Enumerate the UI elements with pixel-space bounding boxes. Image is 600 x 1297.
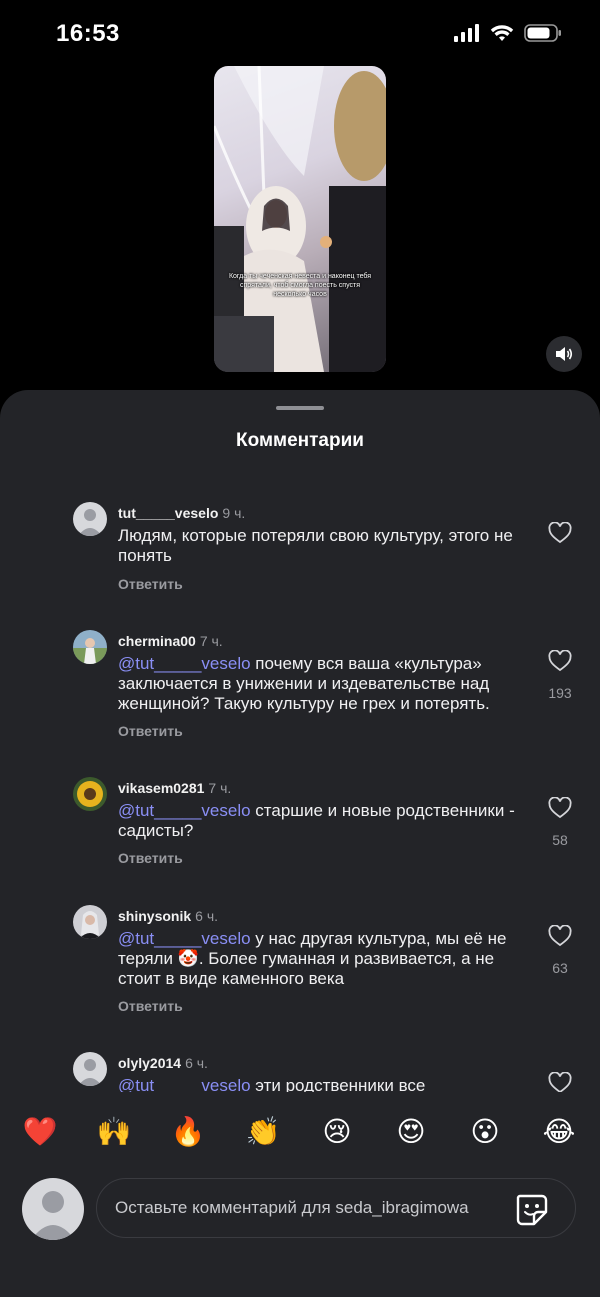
- comment-time: 7 ч.: [208, 780, 232, 796]
- sound-toggle-button[interactable]: [546, 336, 582, 372]
- battery-icon: [524, 24, 561, 42]
- comment-mention[interactable]: @tut_____veselo: [118, 929, 251, 948]
- comment-text: @tut_____veselo почему вся ваша «культур…: [118, 654, 528, 714]
- video-preview[interactable]: Когда ты чеченская невеста и наконец теб…: [214, 66, 386, 372]
- emoji-heart-eyes-button[interactable]: 😍: [391, 1112, 431, 1152]
- comment-time: 6 ч.: [195, 908, 218, 924]
- comment-text: @tut_____veselo старшие и новые родствен…: [118, 801, 528, 841]
- comment-item: chermina00 7 ч. @tut_____veselo почему вс…: [0, 630, 600, 760]
- reply-button[interactable]: Ответить: [118, 723, 183, 739]
- reply-button[interactable]: Ответить: [118, 998, 183, 1014]
- default-avatar-icon: [73, 1052, 107, 1086]
- default-avatar-icon: [73, 502, 107, 536]
- user-photo: [73, 630, 107, 664]
- avatar[interactable]: [73, 905, 107, 939]
- heart-icon[interactable]: [548, 1071, 572, 1092]
- comment-mention[interactable]: @tut_____veselo: [118, 801, 251, 820]
- speaker-icon: [556, 347, 573, 361]
- emoji-surprised-button[interactable]: 😮: [465, 1112, 505, 1152]
- user-photo: [73, 905, 107, 939]
- emoji-fire-button[interactable]: 🔥: [168, 1112, 208, 1152]
- comment-item: shinysonik 6 ч. @tut_____veselo у нас дру…: [0, 905, 600, 1035]
- emoji-raised-hands-button[interactable]: 🙌: [94, 1112, 134, 1152]
- heart-icon[interactable]: [548, 924, 572, 947]
- avatar[interactable]: [73, 777, 107, 811]
- comment-text: @tut_____veselo у нас другая культура, м…: [118, 929, 528, 989]
- comment-header: shinysonik 6 ч.: [118, 908, 218, 924]
- my-avatar[interactable]: [22, 1178, 84, 1240]
- comment-time: 9 ч.: [222, 505, 246, 521]
- comment-mention[interactable]: @tut_____veselo: [118, 654, 251, 673]
- comment-header: olyly2014 6 ч.: [118, 1055, 208, 1071]
- cellular-signal-icon: [454, 24, 479, 42]
- emoji-heart-button[interactable]: ❤️: [20, 1112, 60, 1152]
- status-icons: [454, 24, 562, 42]
- comment-header: chermina00 7 ч.: [118, 633, 223, 649]
- comment-body: эти родственники все: [250, 1076, 426, 1092]
- default-avatar-icon: [22, 1178, 84, 1240]
- comment-username[interactable]: vikasem0281: [118, 780, 204, 796]
- avatar[interactable]: [73, 630, 107, 664]
- comment-item: olyly2014 6 ч. @tut_____veselo эти родств…: [0, 1052, 600, 1092]
- status-bar: 16:53: [0, 0, 600, 66]
- comment-username[interactable]: olyly2014: [118, 1055, 181, 1071]
- sheet-title: Комментарии: [236, 430, 364, 451]
- comment-composer: Оставьте комментарий для seda_ibragimowa: [0, 1172, 600, 1247]
- comment-item: tut_____veselo 9 ч. Людям, которые потеря…: [0, 502, 600, 612]
- comment-input[interactable]: Оставьте комментарий для seda_ibragimowa: [96, 1178, 576, 1238]
- video-scene-image: [214, 66, 386, 372]
- emoji-crying-button[interactable]: 😢: [317, 1112, 357, 1152]
- comment-body: Людям, которые потеряли свою культуру, э…: [118, 526, 513, 565]
- emoji-clap-button[interactable]: 👏: [243, 1112, 283, 1152]
- comment-time: 7 ч.: [199, 633, 223, 649]
- comment-header: tut_____veselo 9 ч.: [118, 505, 245, 521]
- like-control[interactable]: [540, 1071, 580, 1092]
- heart-icon[interactable]: [548, 649, 572, 672]
- comments-list[interactable]: tut_____veselo 9 ч. Людям, которые потеря…: [0, 502, 600, 1092]
- video-caption: Когда ты чеченская невеста и наконец теб…: [228, 273, 372, 298]
- comment-text: Людям, которые потеряли свою культуру, э…: [118, 526, 528, 566]
- heart-icon[interactable]: [548, 521, 572, 544]
- heart-icon[interactable]: [548, 796, 572, 819]
- avatar[interactable]: [73, 1052, 107, 1086]
- like-control[interactable]: 193: [540, 649, 580, 701]
- comment-username[interactable]: tut_____veselo: [118, 505, 218, 521]
- like-count: 63: [552, 960, 568, 976]
- comment-text: @tut_____veselo эти родственники все: [118, 1076, 528, 1092]
- comments-sheet: Комментарии tut_____veselo 9 ч. Людям, ко…: [0, 390, 600, 1297]
- like-control[interactable]: 58: [540, 796, 580, 848]
- like-control[interactable]: 63: [540, 924, 580, 976]
- emoji-quick-bar: ❤️ 🙌 🔥 👏 😢 😍 😮 😂: [0, 1112, 600, 1158]
- comment-mention[interactable]: @tut_____veselo: [118, 1076, 251, 1092]
- emoji-laughing-button[interactable]: 😂: [539, 1112, 579, 1152]
- like-count: 58: [552, 832, 568, 848]
- comment-username[interactable]: shinysonik: [118, 908, 191, 924]
- user-photo: [73, 777, 107, 811]
- comment-item: vikasem0281 7 ч. @tut_____veselo старшие …: [0, 777, 600, 887]
- sticker-icon[interactable]: [512, 1190, 550, 1228]
- comment-header: vikasem0281 7 ч.: [118, 780, 231, 796]
- like-count: 193: [548, 685, 572, 701]
- like-control[interactable]: [540, 521, 580, 557]
- avatar[interactable]: [73, 502, 107, 536]
- reply-button[interactable]: Ответить: [118, 850, 183, 866]
- comment-time: 6 ч.: [185, 1055, 208, 1071]
- comment-username[interactable]: chermina00: [118, 633, 196, 649]
- wifi-icon: [490, 25, 514, 41]
- reply-button[interactable]: Ответить: [118, 576, 183, 592]
- status-time: 16:53: [56, 20, 120, 47]
- drag-handle[interactable]: [276, 406, 324, 410]
